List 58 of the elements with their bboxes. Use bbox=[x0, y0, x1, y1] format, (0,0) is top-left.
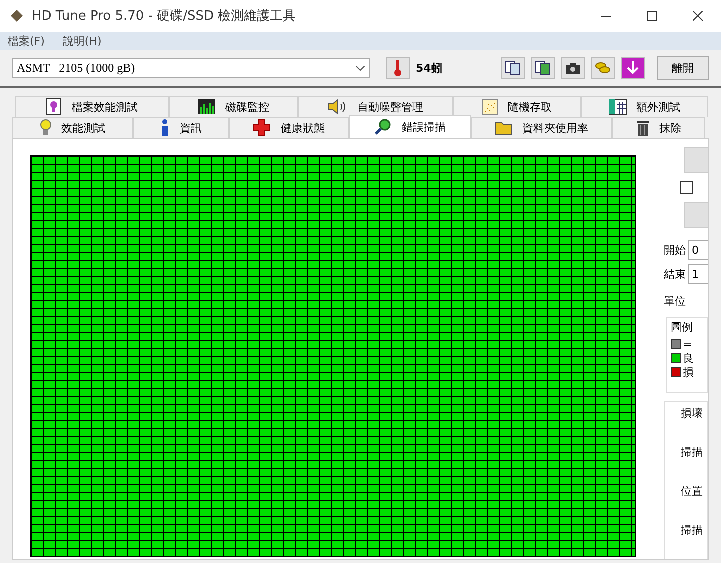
menu-item[interactable]: 說明(H) bbox=[62, 34, 102, 48]
start-label: 開始 bbox=[664, 242, 686, 258]
tab[interactable]: 抹除 bbox=[612, 117, 705, 138]
stat-label: 位置 bbox=[681, 484, 704, 499]
tab[interactable]: 檔案效能測試 bbox=[15, 96, 169, 117]
copy-image-icon bbox=[535, 61, 551, 75]
tab[interactable]: 效能測試 bbox=[12, 117, 133, 138]
thermometer-icon bbox=[394, 59, 402, 77]
maximize-icon bbox=[647, 11, 657, 21]
speaker-icon bbox=[328, 99, 348, 115]
coins-icon bbox=[595, 61, 611, 75]
menu-item[interactable]: 檔案(F) bbox=[8, 34, 45, 48]
exit-button[interactable]: 離開 bbox=[657, 56, 709, 80]
bar-graph-icon bbox=[198, 99, 216, 115]
cross-icon bbox=[253, 119, 271, 137]
chevron-icon bbox=[356, 66, 365, 70]
legend-title: 圖例 bbox=[671, 320, 694, 335]
calendar-icon bbox=[608, 99, 626, 115]
stat-label: 掃描 bbox=[681, 445, 704, 460]
close-icon bbox=[693, 11, 703, 21]
camera-icon bbox=[566, 62, 580, 74]
download-button[interactable] bbox=[621, 57, 645, 79]
stat-label: 掃描 bbox=[681, 523, 704, 538]
down-arrow-icon bbox=[627, 61, 639, 75]
end-field[interactable]: 1 bbox=[688, 264, 708, 284]
unit-label: 單位 bbox=[664, 294, 686, 309]
legend-label: 損 bbox=[683, 364, 694, 380]
tab[interactable]: 磁碟監控 bbox=[169, 96, 298, 117]
document-icon bbox=[46, 98, 62, 116]
thermometer-button[interactable] bbox=[386, 57, 410, 79]
legend-label: 良 bbox=[683, 350, 694, 366]
tab[interactable]: 健康狀態 bbox=[229, 117, 349, 138]
app-icon bbox=[10, 9, 24, 23]
trash-icon bbox=[636, 119, 650, 137]
tab[interactable]: 資料夾使用率 bbox=[471, 117, 612, 138]
temperature-reading: 54蚓 bbox=[416, 60, 442, 76]
checkbox[interactable] bbox=[680, 181, 693, 194]
tab[interactable]: 自動噪聲管理 bbox=[298, 96, 453, 117]
tab[interactable]: 資訊 bbox=[133, 117, 229, 138]
tab[interactable]: 額外測試 bbox=[581, 96, 708, 117]
window-title: HD Tune Pro 5.70 - 硬碟/SSD 檢測維護工具 bbox=[32, 8, 298, 25]
light-bulb-icon bbox=[40, 119, 52, 137]
scatter-plot-icon bbox=[482, 99, 498, 115]
start-field[interactable]: 0 bbox=[688, 240, 708, 260]
copy-text-button[interactable] bbox=[501, 57, 525, 79]
drive-dropdown[interactable]: ASMT 2105 (1000 gB) bbox=[12, 58, 370, 78]
copy-icon bbox=[505, 61, 521, 75]
folder-icon bbox=[494, 120, 512, 136]
magnifier-icon bbox=[374, 118, 392, 136]
tab[interactable]: 錯誤掃描 bbox=[349, 115, 471, 138]
camera-button[interactable] bbox=[561, 57, 585, 79]
info-icon bbox=[160, 119, 170, 137]
coins-button[interactable] bbox=[591, 57, 615, 79]
end-label: 結束 bbox=[664, 266, 686, 282]
tab[interactable]: 隨機存取 bbox=[453, 96, 581, 117]
copy-image-button[interactable] bbox=[531, 57, 555, 79]
legend-label: = bbox=[683, 338, 692, 350]
stat-label: 損壞 bbox=[681, 406, 704, 421]
